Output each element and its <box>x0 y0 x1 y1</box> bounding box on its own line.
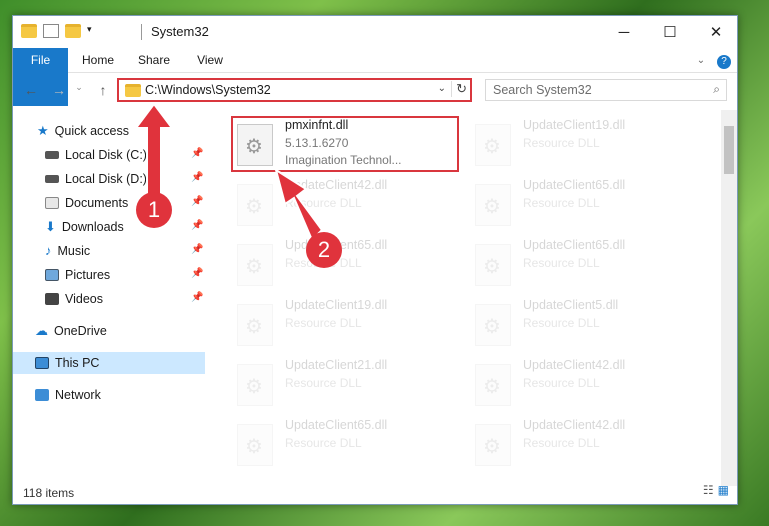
arrow-1 <box>134 102 174 196</box>
arrow-2 <box>274 167 324 242</box>
callout-2: 2 <box>306 232 342 268</box>
callout-1: 1 <box>136 192 172 228</box>
annotation-arrows <box>134 102 324 242</box>
